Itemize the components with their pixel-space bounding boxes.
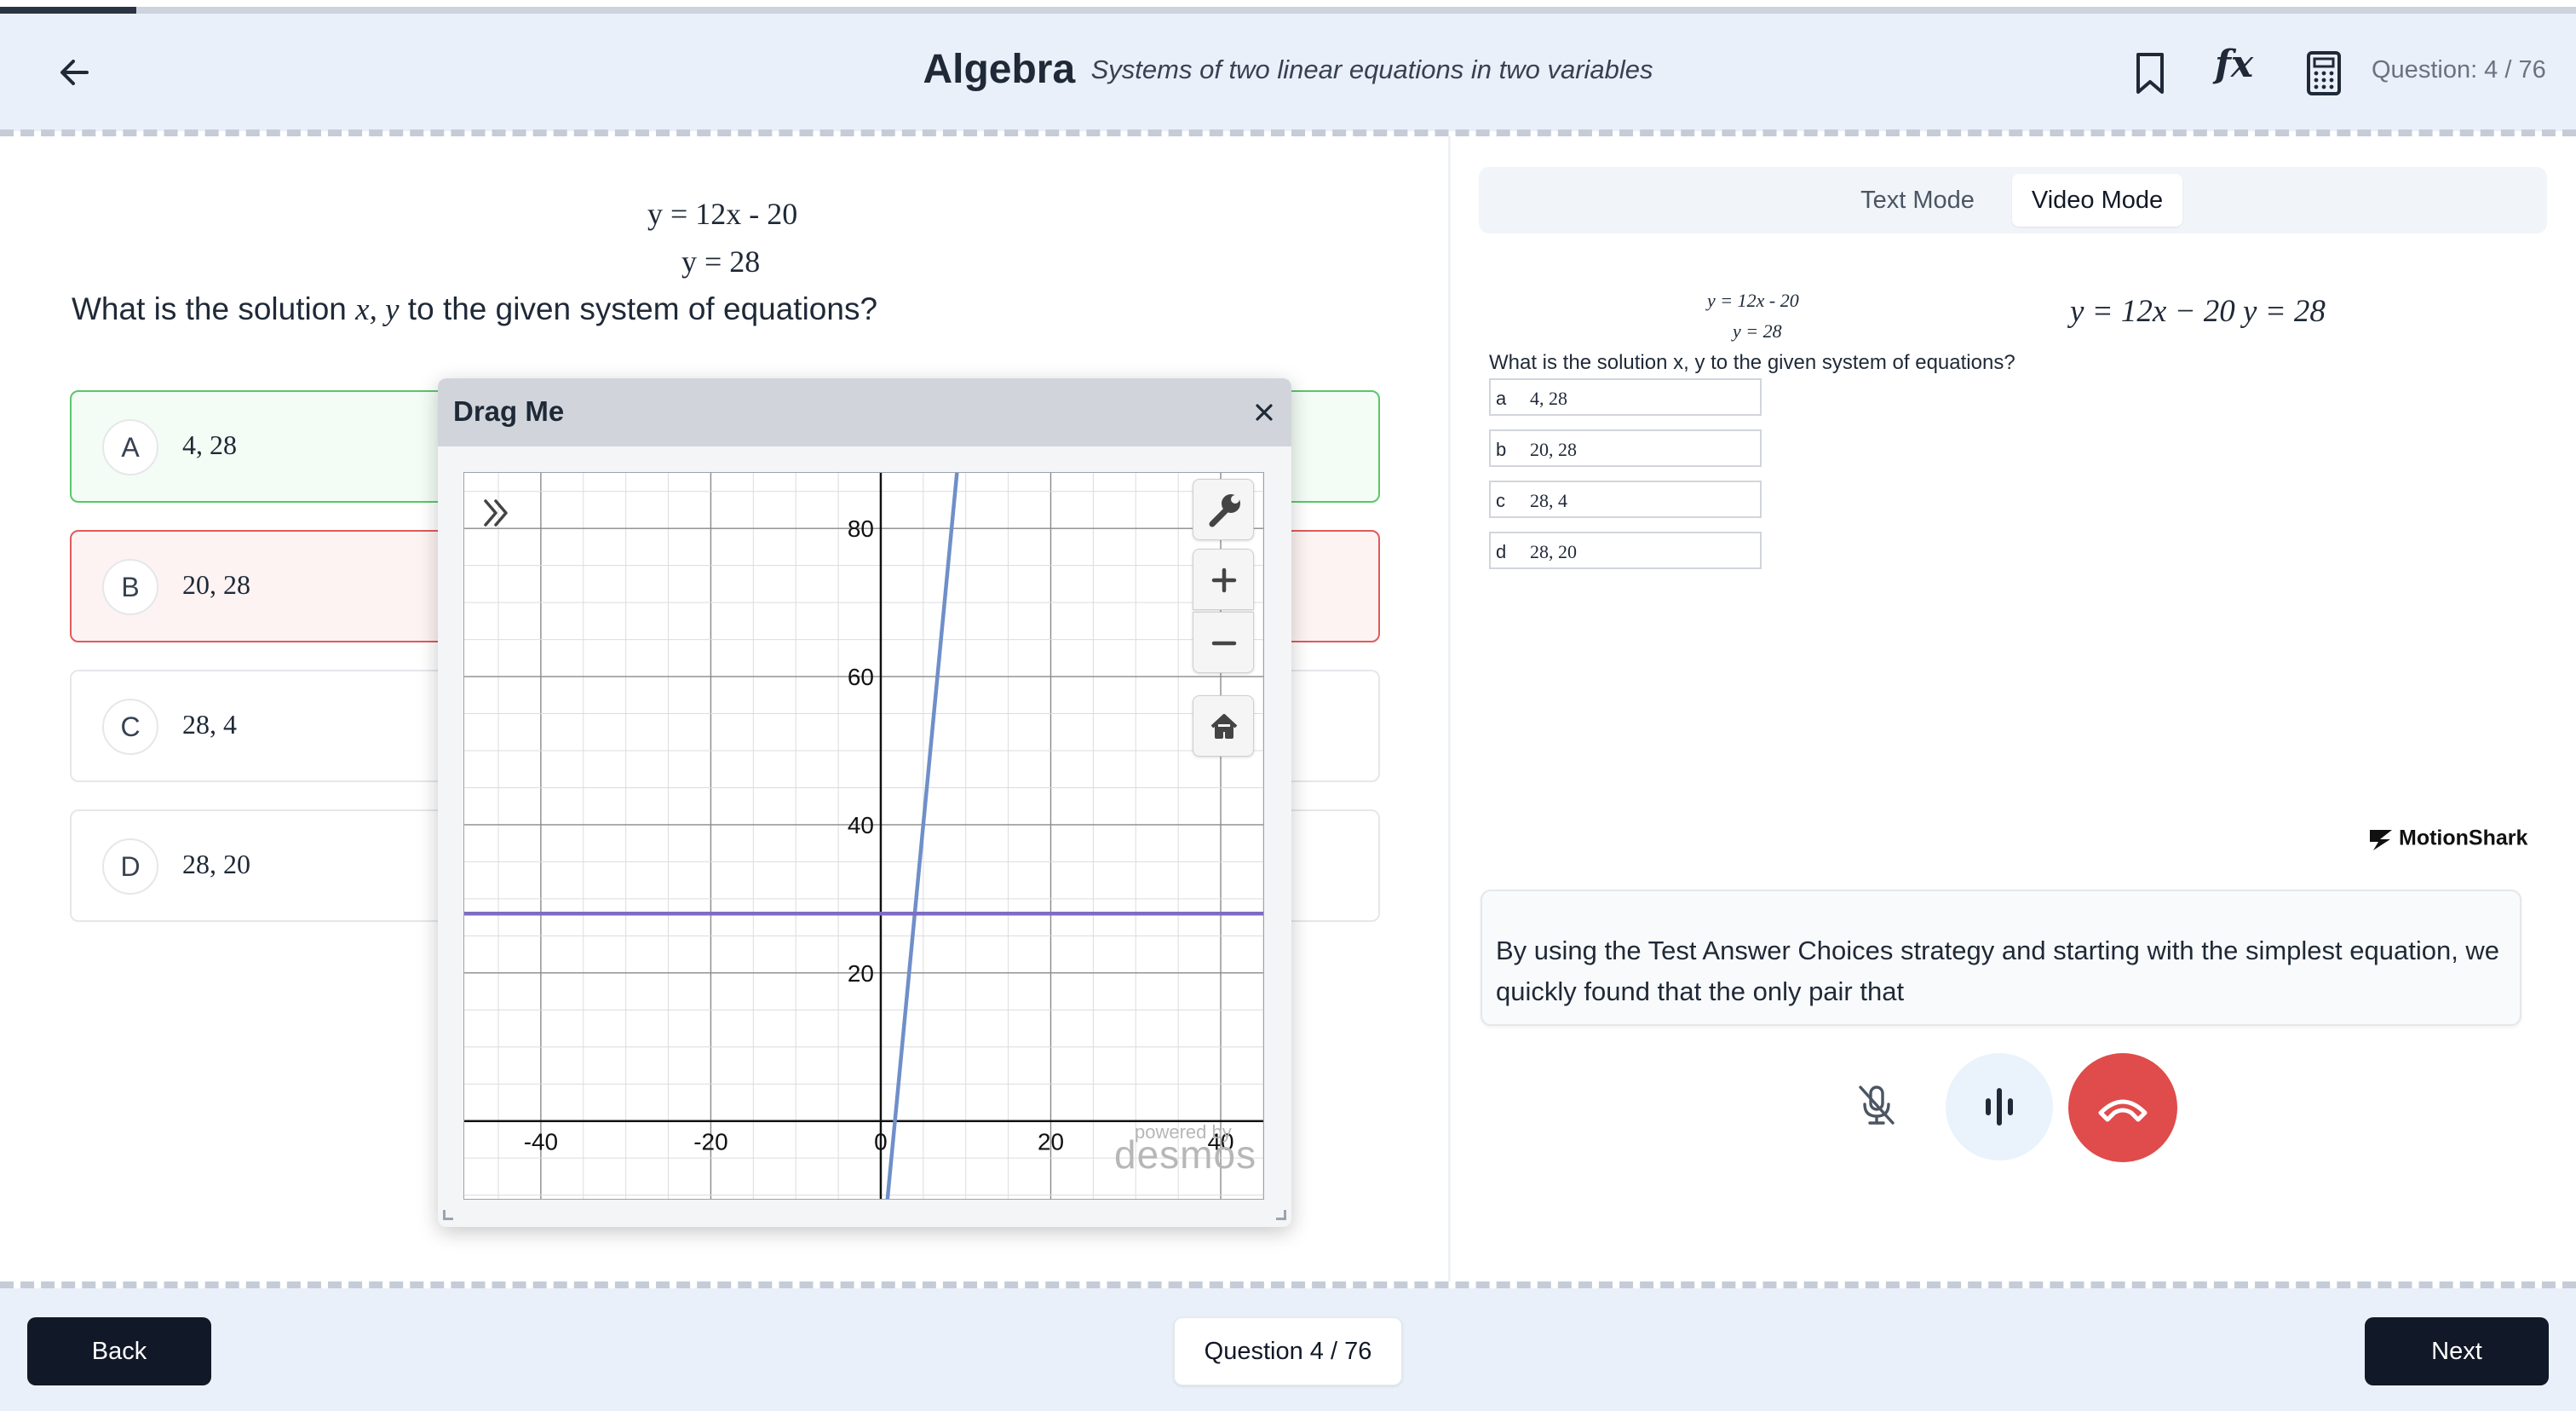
- brand-logo: MotionShark: [2365, 823, 2527, 855]
- brand-name: MotionShark: [2399, 826, 2528, 850]
- header-divider: [0, 130, 2576, 136]
- next-button[interactable]: Next: [2365, 1317, 2549, 1385]
- x-tick-label: 20: [1038, 1129, 1064, 1155]
- graph-canvas[interactable]: -40 -20 0 20 4020406080: [463, 472, 1264, 1200]
- video-choice-letter: c: [1496, 490, 1505, 511]
- choice-letter: C: [102, 699, 158, 755]
- choice-letter: A: [102, 419, 158, 475]
- video-choice: a 4, 28: [1489, 378, 1762, 416]
- tab-video-mode[interactable]: Video Mode: [2012, 174, 2182, 227]
- video-choice-value: 4, 28: [1530, 388, 1567, 409]
- phone-hangup-icon: [2098, 1099, 2148, 1122]
- choice-value: 4, 28: [182, 429, 237, 460]
- footer: Back Question 4 / 76 Next: [0, 1288, 2576, 1411]
- video-choice: d 28, 20: [1489, 532, 1762, 569]
- home-icon: [1210, 714, 1238, 739]
- page-title: Algebra Systems of two linear equations …: [0, 46, 2576, 93]
- video-choice-value: 20, 28: [1530, 439, 1577, 460]
- mode-toggle: Text Mode Video Mode: [1479, 167, 2547, 233]
- question-text: What is the solution x, y to the given s…: [72, 291, 877, 328]
- formula-icon[interactable]: fx: [2215, 43, 2253, 86]
- transcript-box: By using the Test Answer Choices strateg…: [1481, 890, 2521, 1026]
- calculator-icon[interactable]: [2298, 48, 2349, 99]
- question-text-after: to the given system of equations?: [399, 291, 878, 326]
- choice-value: 28, 4: [182, 709, 237, 740]
- tab-text-mode[interactable]: Text Mode: [1845, 176, 1990, 225]
- video-choice: b 20, 28: [1489, 429, 1762, 467]
- question-navigator-button[interactable]: Question 4 / 76: [1174, 1317, 1402, 1385]
- y-tick-label: 40: [848, 812, 874, 838]
- back-button[interactable]: Back: [27, 1317, 211, 1385]
- popup-title: Drag Me: [453, 395, 565, 427]
- voice-activity-icon: [1986, 1088, 2013, 1126]
- zoom-in-button[interactable]: [1193, 549, 1254, 610]
- close-icon[interactable]: [1249, 397, 1279, 428]
- video-player[interactable]: y = 12x - 20 y = 28 What is the solution…: [1479, 273, 2527, 861]
- graph-settings-button[interactable]: [1193, 479, 1254, 540]
- x-tick-label: -40: [524, 1129, 558, 1155]
- header: Algebra Systems of two linear equations …: [0, 14, 2576, 131]
- graph-popup[interactable]: Drag Me -40 -20 0 20 40 20 40 60 80 powered by d…: [438, 378, 1291, 1227]
- minus-icon: [1211, 641, 1237, 646]
- question-math: x, y: [355, 292, 400, 327]
- choice-value: 20, 28: [182, 569, 250, 600]
- resize-handle-bottom-left[interactable]: [443, 1210, 453, 1220]
- equation-2: y = 28: [681, 245, 761, 279]
- series-line-1: [885, 473, 959, 1199]
- question-text-before: What is the solution: [72, 291, 356, 326]
- equation-1: y = 12x - 20: [647, 197, 798, 231]
- resize-handle-bottom-right[interactable]: [1276, 1210, 1286, 1220]
- wrench-icon: [1209, 494, 1240, 527]
- reset-view-button[interactable]: [1193, 695, 1254, 757]
- subject-title: Algebra: [923, 47, 1076, 92]
- progress-bar: [0, 7, 2576, 14]
- double-chevron-right-icon[interactable]: [475, 491, 520, 535]
- video-question-text: What is the solution x, y to the given s…: [1489, 351, 2015, 374]
- topic-subtitle: Systems of two linear equations in two v…: [1090, 54, 1653, 84]
- mic-off-icon[interactable]: [1847, 1075, 1906, 1135]
- zoom-out-button[interactable]: [1193, 612, 1254, 673]
- progress-bar-fill: [0, 7, 137, 14]
- bookmark-icon[interactable]: [2126, 48, 2174, 99]
- video-equation-1: y = 12x - 20: [1707, 290, 1799, 311]
- y-tick-label: 20: [848, 960, 874, 987]
- choice-letter: B: [102, 559, 158, 615]
- y-tick-label: 60: [848, 664, 874, 690]
- voice-button[interactable]: [1946, 1053, 2053, 1160]
- video-equation-2: y = 28: [1733, 320, 1782, 342]
- question-counter: Question: 4 / 76: [2372, 56, 2546, 84]
- popup-drag-handle[interactable]: Drag Me: [438, 378, 1291, 446]
- desmos-logo: desmos: [1114, 1132, 1257, 1177]
- column-divider: [1448, 136, 1451, 1281]
- shark-icon: [2370, 830, 2392, 850]
- video-combined-equation: y = 12x − 20 y = 28: [2070, 294, 2326, 329]
- y-tick-label: 80: [848, 515, 874, 542]
- choice-value: 28, 20: [182, 849, 250, 879]
- x-tick-label: 0: [874, 1129, 888, 1155]
- hangup-button[interactable]: [2068, 1053, 2177, 1162]
- video-choice-value: 28, 20: [1530, 541, 1577, 562]
- video-choice: c 28, 4: [1489, 481, 1762, 518]
- video-choice-letter: b: [1496, 439, 1507, 460]
- video-choice-letter: a: [1496, 388, 1507, 409]
- footer-divider: [0, 1281, 2576, 1288]
- x-tick-label: -20: [693, 1129, 727, 1155]
- choice-letter: D: [102, 838, 158, 895]
- video-choice-value: 28, 4: [1530, 490, 1567, 511]
- plus-icon: [1211, 567, 1237, 593]
- video-choice-letter: d: [1496, 541, 1507, 562]
